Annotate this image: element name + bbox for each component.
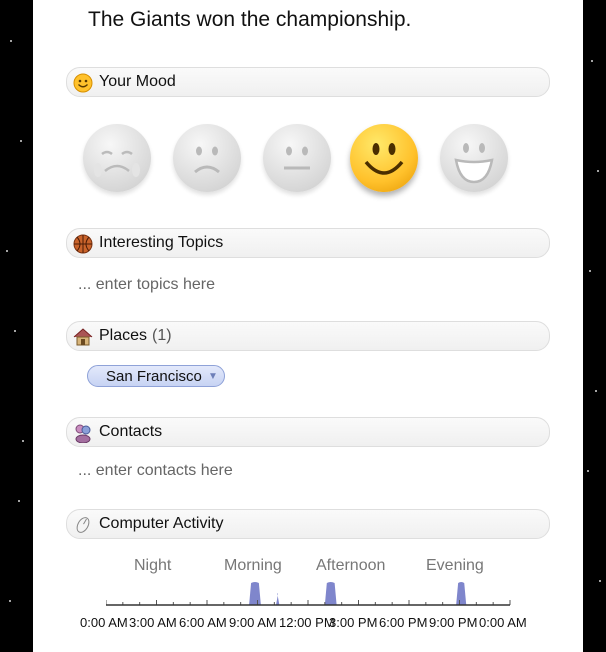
contacts-section-header: Contacts <box>66 417 550 447</box>
journal-panel: The Giants won the championship. Your Mo… <box>33 0 583 652</box>
starfield-left <box>0 0 33 652</box>
place-tag[interactable]: San Francisco ▼ <box>87 365 225 387</box>
sad-face-icon[interactable] <box>173 124 241 192</box>
activity-chart <box>106 582 511 606</box>
very-sad-face-icon[interactable] <box>83 124 151 192</box>
places-title: Places <box>99 327 148 344</box>
activity-burst <box>456 582 467 605</box>
basketball-icon <box>73 234 93 254</box>
activity-burst <box>276 593 280 605</box>
place-tag-label: San Francisco <box>106 368 202 385</box>
topics-input[interactable]: ... enter topics here <box>78 276 215 294</box>
topics-section-header: Interesting Topics <box>66 228 550 258</box>
time-label: 6:00 PM <box>379 615 428 630</box>
topics-title: Interesting Topics <box>99 234 224 251</box>
mood-title: Your Mood <box>99 73 176 90</box>
neutral-face-icon[interactable] <box>263 124 331 192</box>
activity-section-header: Computer Activity <box>66 509 550 539</box>
time-label: 9:00 AM <box>229 615 277 630</box>
happy-face-icon[interactable] <box>350 124 418 192</box>
entry-headline[interactable]: The Giants won the championship. <box>88 8 411 32</box>
people-icon <box>73 423 93 444</box>
starfield-right <box>583 0 606 652</box>
mouse-icon <box>73 515 93 535</box>
places-section-header: Places (1) <box>66 321 550 351</box>
contacts-title: Contacts <box>99 423 163 440</box>
smiley-icon <box>73 73 93 93</box>
mood-section-header: Your Mood <box>66 67 550 97</box>
chevron-down-icon[interactable]: ▼ <box>208 366 218 388</box>
time-label: 6:00 AM <box>179 615 227 630</box>
time-label: 3:00 AM <box>129 615 177 630</box>
activity-burst <box>249 582 261 605</box>
time-label: 0:00 AM <box>479 615 527 630</box>
mood-selector <box>83 124 513 200</box>
time-label: 0:00 AM <box>80 615 128 630</box>
activity-title: Computer Activity <box>99 515 224 532</box>
places-count: (1) <box>152 327 172 344</box>
very-happy-face-icon[interactable] <box>440 124 508 192</box>
time-label: 9:00 PM <box>429 615 478 630</box>
house-icon <box>73 327 93 347</box>
time-label: 3:00 PM <box>329 615 378 630</box>
activity-burst <box>324 582 337 605</box>
time-label: 12:00 PM <box>279 615 335 630</box>
contacts-input[interactable]: ... enter contacts here <box>78 462 233 480</box>
